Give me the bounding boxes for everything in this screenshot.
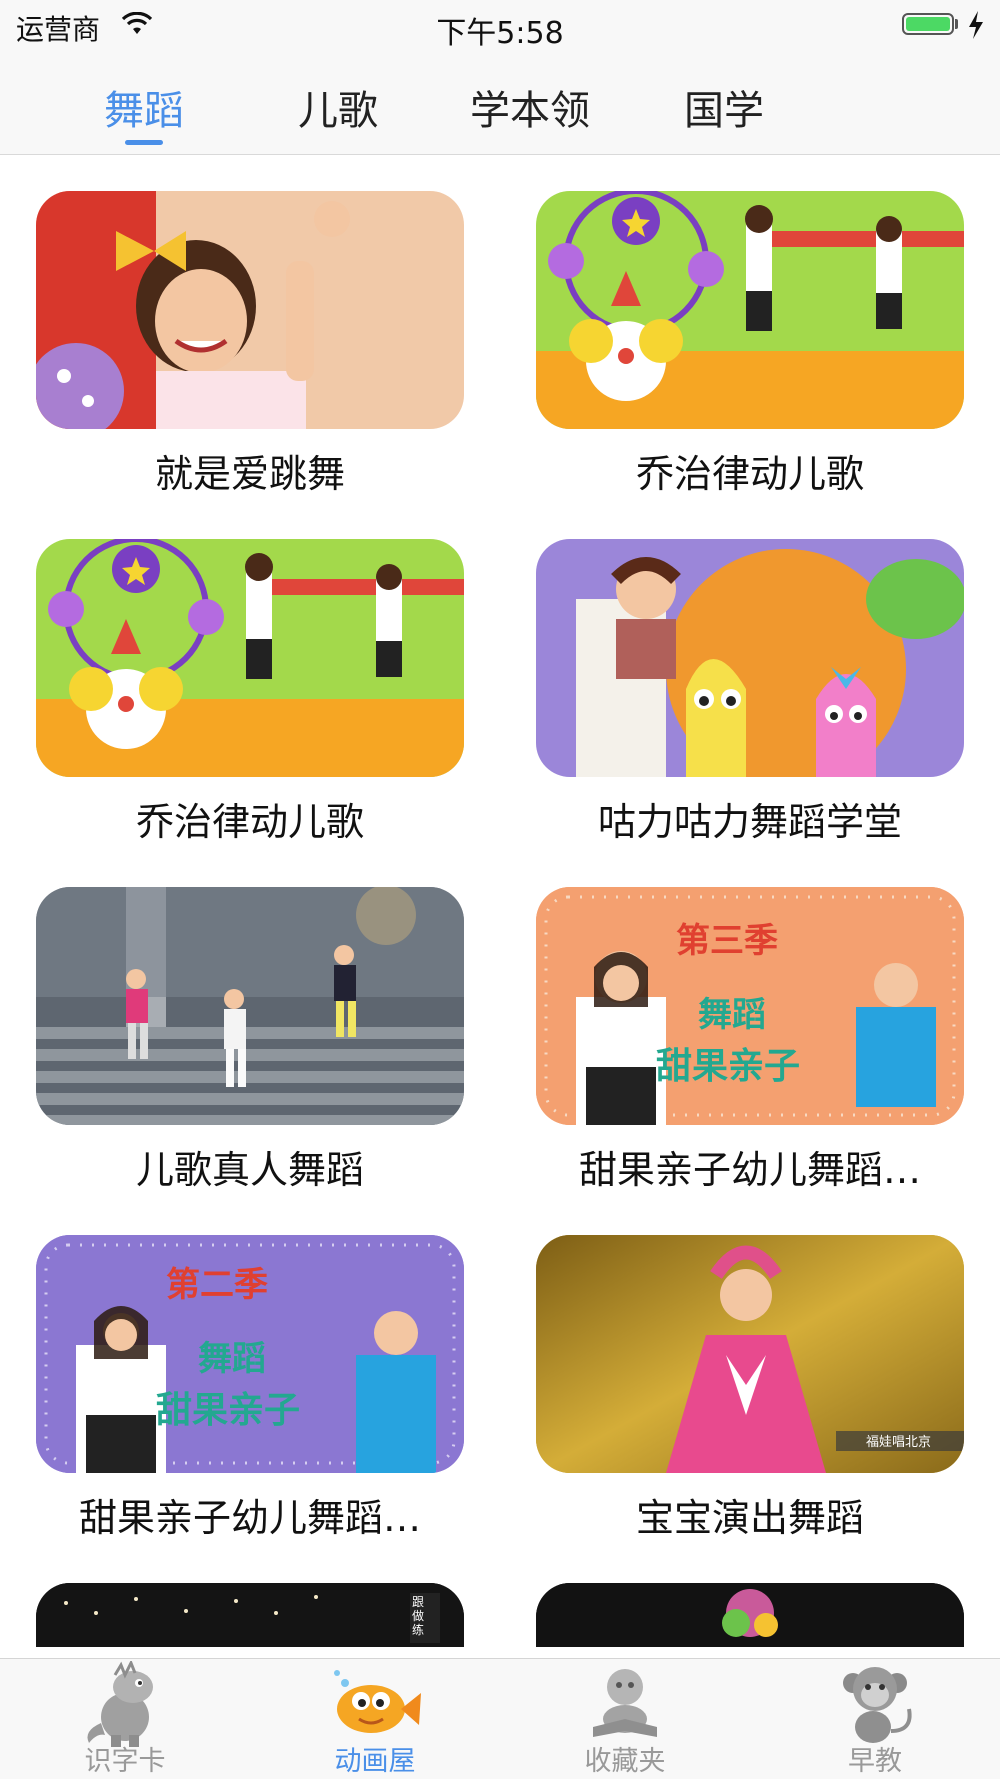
video-title: 咕力咕力舞蹈学堂	[597, 800, 902, 844]
charging-bolt-icon	[969, 11, 983, 39]
video-card[interactable]: 就是爱跳舞	[36, 191, 464, 498]
video-thumbnail[interactable]	[536, 1583, 964, 1647]
active-tab-indicator	[125, 140, 163, 145]
video-title: 甜果亲子幼儿舞蹈…	[78, 1496, 421, 1540]
tab-dance[interactable]: 舞蹈	[104, 78, 184, 136]
clock: 下午5:58	[436, 16, 564, 51]
tabbar-label: 动画屋	[334, 1746, 416, 1777]
follow-label: 跟做练	[412, 1595, 425, 1637]
video-card[interactable]: 咕力咕力舞蹈学堂	[536, 539, 964, 846]
broadcast-caption: 福娃唱北京	[866, 1435, 932, 1450]
monkey-icon	[843, 1667, 912, 1743]
tabbar-item-animation[interactable]: 动画屋	[250, 1659, 500, 1779]
reading-child-icon	[593, 1669, 657, 1737]
video-thumbnail[interactable]	[36, 887, 464, 1125]
video-card[interactable]	[536, 1583, 964, 1647]
video-title: 乔治律动儿歌	[635, 452, 864, 496]
video-card[interactable]: 乔治律动儿歌	[36, 539, 464, 846]
tabbar-item-favorites[interactable]: 收藏夹	[500, 1659, 750, 1779]
video-thumbnail[interactable]	[36, 539, 464, 777]
video-thumbnail[interactable]	[536, 539, 964, 777]
video-thumbnail[interactable]: 福娃唱北京	[536, 1235, 964, 1473]
tabbar-item-early-education[interactable]: 早教	[750, 1659, 1000, 1779]
bottom-tab-bar: 识字卡 动画屋 收藏夹 早教	[0, 1658, 1000, 1779]
tabbar-label: 识字卡	[84, 1746, 166, 1777]
video-card[interactable]: 第二季 舞蹈 甜果亲子 甜果亲子幼儿舞蹈…	[36, 1235, 464, 1542]
tab-songs[interactable]: 儿歌	[298, 78, 378, 136]
video-title: 甜果亲子幼儿舞蹈…	[578, 1148, 921, 1192]
tabbar-label: 早教	[848, 1746, 902, 1777]
tab-classics[interactable]: 国学	[684, 78, 764, 136]
dance-label: 舞蹈	[698, 995, 766, 1035]
video-card[interactable]: 儿歌真人舞蹈	[36, 887, 464, 1194]
brand-label: 甜果亲子	[156, 1390, 301, 1431]
season-label: 第三季	[676, 921, 778, 961]
season-label: 第二季	[166, 1265, 268, 1305]
dance-label: 舞蹈	[198, 1339, 266, 1379]
fish-icon	[334, 1670, 421, 1733]
status-bar: 运营商 下午5:58	[0, 0, 1000, 52]
tabbar-label: 收藏夹	[584, 1746, 666, 1777]
video-title: 宝宝演出舞蹈	[635, 1496, 864, 1540]
video-title: 儿歌真人舞蹈	[135, 1148, 364, 1192]
video-thumbnail[interactable]	[536, 191, 964, 429]
video-card[interactable]: 第三季 舞蹈 甜果亲子 甜果亲子幼儿舞蹈…	[536, 887, 964, 1194]
dinosaur-icon	[87, 1661, 153, 1747]
video-grid: 就是爱跳舞 乔治律动儿歌 乔治律动儿歌 咕力咕力舞蹈学堂 儿歌真人舞蹈 第三季 …	[0, 155, 1000, 1647]
video-card[interactable]: 跟做练	[36, 1583, 464, 1647]
video-title: 乔治律动儿歌	[135, 800, 364, 844]
battery-icon	[902, 13, 954, 35]
video-thumbnail[interactable]: 第三季 舞蹈 甜果亲子	[536, 887, 964, 1125]
tab-skills[interactable]: 学本领	[470, 78, 590, 136]
brand-label: 甜果亲子	[656, 1046, 801, 1087]
video-card[interactable]: 乔治律动儿歌	[536, 191, 964, 498]
video-thumbnail[interactable]: 第二季 舞蹈 甜果亲子	[36, 1235, 464, 1473]
video-thumbnail[interactable]: 跟做练	[36, 1583, 464, 1647]
tabbar-item-cards[interactable]: 识字卡	[0, 1659, 250, 1779]
video-thumbnail[interactable]	[36, 191, 464, 429]
video-card[interactable]: 福娃唱北京 宝宝演出舞蹈	[536, 1235, 964, 1542]
video-title: 就是爱跳舞	[154, 452, 345, 496]
